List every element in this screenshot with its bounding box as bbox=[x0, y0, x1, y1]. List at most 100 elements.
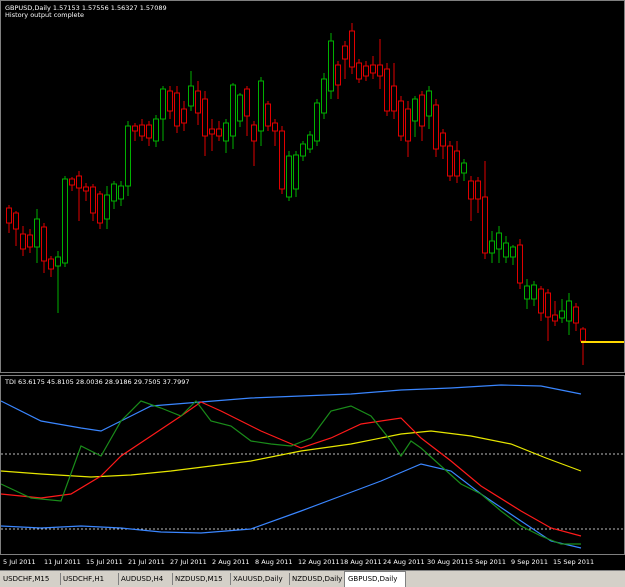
candle bbox=[307, 131, 313, 153]
time-tick-label: 21 Jul 2011 bbox=[128, 558, 165, 566]
candle bbox=[468, 176, 474, 221]
chart-tab[interactable]: AUDUSD,H4 bbox=[118, 573, 173, 585]
candle bbox=[314, 99, 320, 146]
candle-body bbox=[307, 134, 313, 150]
candle bbox=[27, 229, 33, 253]
time-tick-label: 15 Jul 2011 bbox=[86, 558, 123, 566]
candle bbox=[538, 286, 544, 321]
candle-body bbox=[272, 122, 278, 132]
candle-body bbox=[300, 143, 306, 157]
candle-body bbox=[62, 178, 68, 264]
candle bbox=[153, 115, 159, 147]
candle-body bbox=[573, 306, 579, 324]
time-axis: 5 Jul 2011 11 Jul 2011 15 Jul 2011 21 Jul 2… bbox=[0, 556, 625, 569]
candle bbox=[342, 41, 348, 79]
candle-body bbox=[90, 186, 96, 214]
candle bbox=[391, 63, 397, 119]
candle-body bbox=[580, 328, 586, 342]
candle bbox=[496, 226, 502, 263]
candle bbox=[125, 121, 131, 196]
candle bbox=[447, 141, 453, 181]
candle-body bbox=[293, 154, 299, 190]
time-tick-label: 2 Aug 2011 bbox=[212, 558, 250, 566]
candle bbox=[293, 151, 299, 197]
candle-body bbox=[510, 246, 516, 258]
candle bbox=[321, 73, 327, 119]
candle bbox=[461, 159, 467, 181]
candle bbox=[573, 303, 579, 331]
candle-body bbox=[118, 185, 124, 200]
candle-body bbox=[335, 64, 341, 86]
chart-tab[interactable]: USDCHF,M15 bbox=[0, 573, 61, 585]
history-status-label: History output complete bbox=[5, 11, 85, 19]
candle bbox=[475, 177, 481, 213]
candle-body bbox=[398, 100, 404, 137]
candle bbox=[209, 119, 215, 151]
candle-body bbox=[202, 98, 208, 137]
time-tick-label: 18 Aug 2011 bbox=[340, 558, 382, 566]
candle bbox=[279, 126, 285, 194]
candle-body bbox=[34, 218, 40, 248]
indicator-pane[interactable]: TDI 63.6175 45.8105 28.0036 28.9186 29.7… bbox=[0, 375, 625, 555]
time-tick-label: 5 Jul 2011 bbox=[3, 558, 36, 566]
candlestick-chart bbox=[6, 23, 624, 365]
candle-body bbox=[104, 194, 110, 220]
chart-tab[interactable]: USDCHF,H1 bbox=[60, 573, 119, 585]
candle-body bbox=[132, 125, 138, 132]
candle-body bbox=[160, 88, 166, 120]
candle-body bbox=[20, 233, 26, 250]
time-tick-label: 5 Sep 2011 bbox=[469, 558, 507, 566]
candle bbox=[76, 171, 82, 221]
candle bbox=[328, 33, 334, 99]
candle bbox=[503, 236, 509, 263]
time-tick-label: 24 Aug 2011 bbox=[383, 558, 425, 566]
candle bbox=[251, 121, 257, 166]
candle-body bbox=[468, 180, 474, 200]
candle bbox=[433, 99, 439, 157]
candle bbox=[566, 293, 572, 335]
candle bbox=[265, 101, 271, 131]
chart-tab[interactable]: XAUUSD,Daily bbox=[230, 573, 290, 585]
time-tick-label: 11 Jul 2011 bbox=[44, 558, 81, 566]
candle bbox=[167, 86, 173, 119]
candle bbox=[426, 86, 432, 129]
candle-body bbox=[524, 285, 530, 300]
chart-tab[interactable]: GBPUSD,Daily bbox=[344, 571, 406, 587]
candle bbox=[97, 191, 103, 229]
candle-body bbox=[6, 207, 12, 224]
candle-body bbox=[517, 244, 523, 284]
candle bbox=[419, 91, 425, 141]
chart-tab[interactable]: NZDUSD,Daily bbox=[289, 573, 345, 585]
candle-body bbox=[76, 175, 82, 189]
candle bbox=[517, 239, 523, 289]
candle-body bbox=[321, 78, 327, 114]
time-tick-label: 30 Aug 2011 bbox=[427, 558, 469, 566]
candle bbox=[377, 39, 383, 89]
candle bbox=[118, 181, 124, 206]
candle-body bbox=[13, 212, 19, 230]
candle bbox=[286, 151, 292, 201]
chart-tab[interactable]: NZDUSD,M15 bbox=[172, 573, 231, 585]
candle bbox=[580, 327, 586, 365]
candle bbox=[195, 81, 201, 125]
candle-body bbox=[48, 258, 54, 270]
price-chart-pane[interactable]: GBPUSD,Daily 1.57153 1.57556 1.56327 1.5… bbox=[0, 0, 625, 373]
candle-body bbox=[188, 85, 194, 107]
candle bbox=[405, 101, 411, 157]
candle-body bbox=[454, 150, 460, 177]
candle bbox=[440, 129, 446, 159]
candle-body bbox=[125, 125, 131, 187]
candle-body bbox=[251, 124, 257, 142]
candle bbox=[384, 63, 390, 116]
candle-body bbox=[181, 108, 187, 124]
candle-body bbox=[363, 65, 369, 77]
candle-body bbox=[258, 80, 264, 132]
candle bbox=[545, 289, 551, 341]
candle-body bbox=[342, 45, 348, 60]
candle bbox=[524, 279, 530, 309]
time-tick-label: 12 Aug 2011 bbox=[298, 558, 340, 566]
candle bbox=[244, 86, 250, 136]
candle bbox=[139, 119, 145, 141]
signal-line bbox=[1, 401, 582, 537]
candle bbox=[482, 161, 488, 259]
